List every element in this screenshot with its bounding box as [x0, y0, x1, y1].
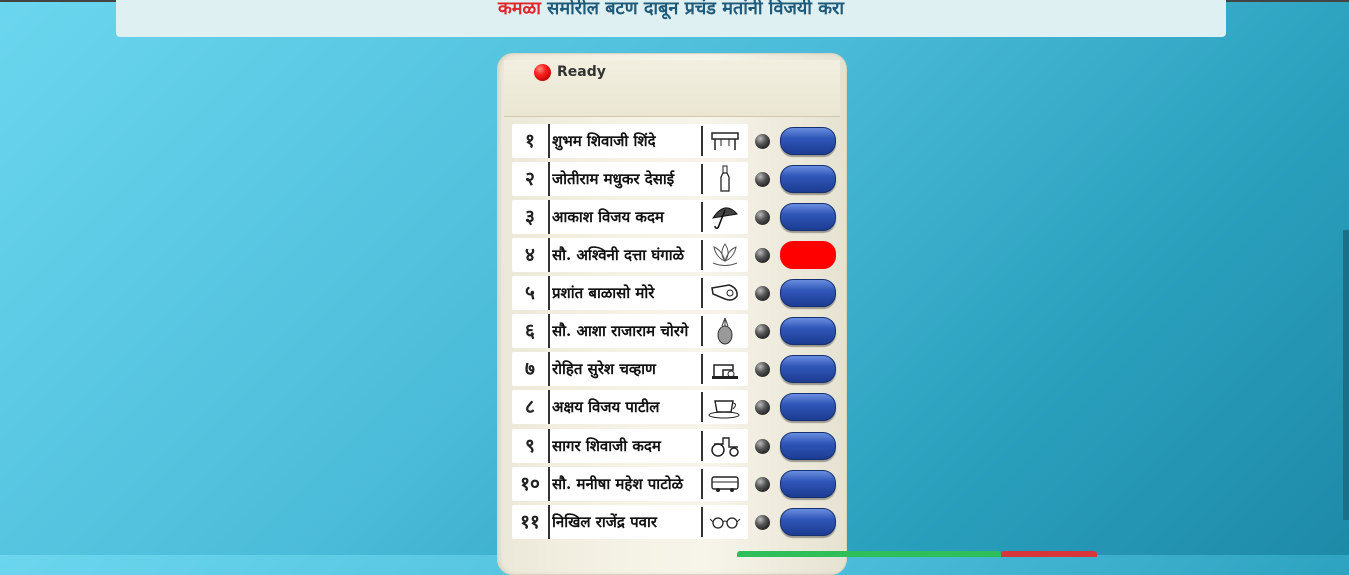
candidate-card: ७ रोहित सुरेश चव्हाण — [512, 352, 748, 386]
candidate-name: सौ. आशा राजाराम चोरगे — [552, 322, 689, 340]
candidate-number: ६ — [512, 314, 550, 348]
vote-button[interactable] — [780, 508, 836, 536]
candidate-number: ४ — [512, 238, 550, 272]
candidate-row: ९ सागर शिवाजी कदम — [512, 429, 836, 463]
whistle-icon — [701, 278, 747, 308]
candidate-card: ११ निखिल राजेंद्र पवार — [512, 505, 748, 539]
candidate-name: अक्षय विजय पाटील — [552, 398, 660, 416]
vote-button[interactable] — [780, 432, 836, 460]
banner-text: कमळा समोरील बटण दाबून प्रचंड मतांनी विजय… — [116, 0, 1226, 20]
lotus-icon — [701, 240, 747, 270]
candidate-row: ७ रोहित सुरेश चव्हाण — [512, 352, 836, 386]
bottle-icon — [701, 164, 747, 194]
candidate-name: जोतीराम मधुकर देसाई — [552, 170, 675, 188]
table-icon — [701, 126, 747, 156]
candidate-led-icon — [755, 477, 770, 492]
ready-label: Ready — [557, 64, 606, 80]
candidate-number: ५ — [512, 276, 550, 310]
candidate-led-icon — [755, 324, 770, 339]
banner: कमळा समोरील बटण दाबून प्रचंड मतांनी विजय… — [116, 0, 1226, 37]
candidate-card: ९ सागर शिवाजी कदम — [512, 429, 748, 463]
bottom-green-bar — [737, 551, 1001, 557]
vote-button[interactable] — [780, 279, 836, 307]
candidate-name: प्रशांत बाळासो मोरे — [552, 284, 655, 302]
candidate-name: निखिल राजेंद्र पवार — [552, 513, 657, 531]
candidate-led-icon — [755, 172, 770, 187]
candidate-name: शुभम शिवाजी शिंदे — [552, 132, 656, 150]
candidate-led-icon — [755, 210, 770, 225]
candidate-row: १ शुभम शिवाजी शिंदे — [512, 124, 836, 158]
candidate-row: ३ आकाश विजय कदम — [512, 200, 836, 234]
candidate-name: रोहित सुरेश चव्हाण — [552, 360, 656, 378]
candidate-row: ४ सौ. अश्विनी दत्ता घंगाळे — [512, 238, 836, 272]
candidate-number: १ — [512, 124, 550, 158]
candidate-name: सौ. अश्विनी दत्ता घंगाळे — [552, 246, 684, 264]
evm-ballot-unit: Ready १ शुभम शिवाजी शिंदे २ जोतीराम मधुकर द… — [497, 53, 847, 575]
candidate-row: २ जोतीराम मधुकर देसाई — [512, 162, 836, 196]
vote-button[interactable] — [780, 165, 836, 193]
evm-header: Ready — [504, 60, 840, 117]
scrollbar[interactable] — [1343, 230, 1349, 520]
vote-button[interactable] — [780, 127, 836, 155]
sewing-machine-icon — [701, 354, 747, 384]
candidate-led-icon — [755, 248, 770, 263]
candidate-card: ३ आकाश विजय कदम — [512, 200, 748, 234]
vote-button[interactable] — [780, 355, 836, 383]
candidate-name: सागर शिवाजी कदम — [552, 437, 661, 455]
vote-button[interactable] — [780, 241, 836, 269]
candidate-led-icon — [755, 362, 770, 377]
candidate-led-icon — [755, 515, 770, 530]
candidate-led-icon — [755, 134, 770, 149]
bus-icon — [701, 469, 747, 499]
vote-button[interactable] — [780, 317, 836, 345]
candidate-row: ११ निखिल राजेंद्र पवार — [512, 505, 836, 539]
candidate-row: ८ अक्षय विजय पाटील — [512, 390, 836, 424]
candidate-card: ६ सौ. आशा राजाराम चोरगे — [512, 314, 748, 348]
candidate-led-icon — [755, 400, 770, 415]
candidate-row: १० सौ. मनीषा महेश पाटोळे — [512, 467, 836, 501]
candidate-name: सौ. मनीषा महेश पाटोळे — [552, 475, 684, 493]
vote-button[interactable] — [780, 393, 836, 421]
candidate-number: २ — [512, 162, 550, 196]
candidate-number: ९ — [512, 429, 550, 463]
candidate-number: ८ — [512, 390, 550, 424]
candidate-number: ७ — [512, 352, 550, 386]
ready-lamp-icon — [534, 64, 551, 81]
banner-highlight: कमळा — [497, 0, 541, 19]
candidate-led-icon — [755, 439, 770, 454]
vote-button[interactable] — [780, 203, 836, 231]
candidate-row: ६ सौ. आशा राजाराम चोरगे — [512, 314, 836, 348]
candidate-card: १ शुभम शिवाजी शिंदे — [512, 124, 748, 158]
umbrella-icon — [701, 202, 747, 232]
candidate-number: ११ — [512, 505, 550, 539]
cup-saucer-icon — [701, 392, 747, 422]
vote-button[interactable] — [780, 470, 836, 498]
candidate-number: ३ — [512, 200, 550, 234]
candidate-card: १० सौ. मनीषा महेश पाटोळे — [512, 467, 748, 501]
candidate-led-icon — [755, 286, 770, 301]
tractor-icon — [701, 431, 747, 461]
candidate-name: आकाश विजय कदम — [552, 208, 664, 226]
spectacles-icon — [701, 507, 747, 537]
candidate-card: २ जोतीराम मधुकर देसाई — [512, 162, 748, 196]
candidate-card: ५ प्रशांत बाळासो मोरे — [512, 276, 748, 310]
candidate-number: १० — [512, 467, 550, 501]
banner-message: समोरील बटण दाबून प्रचंड मतांनी विजयी करा — [540, 0, 845, 19]
bottom-red-bar — [1001, 551, 1097, 557]
pineapple-icon — [701, 316, 747, 346]
candidate-card: ४ सौ. अश्विनी दत्ता घंगाळे — [512, 238, 748, 272]
candidate-card: ८ अक्षय विजय पाटील — [512, 390, 748, 424]
candidate-row: ५ प्रशांत बाळासो मोरे — [512, 276, 836, 310]
